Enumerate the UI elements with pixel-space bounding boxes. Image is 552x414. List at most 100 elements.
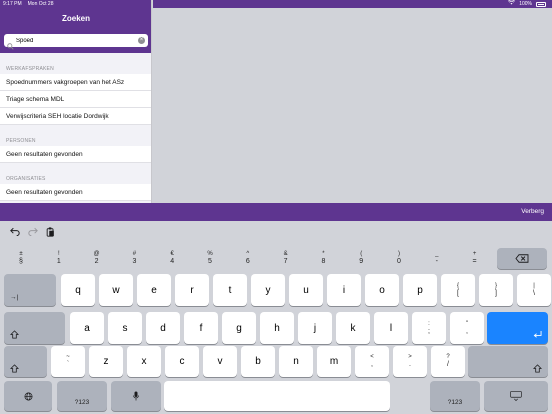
return-key[interactable] xyxy=(487,312,548,344)
detail-pane xyxy=(153,0,552,203)
key-label: n xyxy=(293,356,299,367)
letter-key-s[interactable]: s xyxy=(108,312,142,344)
section-header-werkafspraken: WERKAFSPRAKEN xyxy=(6,66,54,72)
shift-left-key[interactable] xyxy=(4,346,47,377)
symbol-key[interactable]: <, xyxy=(355,346,389,377)
paste-icon[interactable] xyxy=(46,227,55,239)
space-key[interactable] xyxy=(164,381,390,411)
battery-icon xyxy=(536,1,546,7)
key-label: i xyxy=(342,284,346,296)
letter-key-k[interactable]: k xyxy=(336,312,370,344)
key-shift-label: ^ xyxy=(246,251,250,257)
status-date: Mon Oct 28 xyxy=(27,1,54,7)
list-item[interactable]: Verwijscriteria SEH locatie Dordwijk xyxy=(0,108,151,125)
tab-key[interactable]: →| xyxy=(4,274,56,306)
letter-key-o[interactable]: o xyxy=(365,274,399,306)
key-label: s xyxy=(122,322,128,334)
key-label: 0 xyxy=(397,258,401,265)
search-input[interactable] xyxy=(14,35,138,46)
letter-key-f[interactable]: f xyxy=(184,312,218,344)
microphone-icon xyxy=(133,391,139,401)
key-label: § xyxy=(19,258,23,265)
dictation-key[interactable] xyxy=(111,381,161,411)
key-label: [ xyxy=(457,289,459,297)
letter-key-q[interactable]: q xyxy=(61,274,95,306)
letter-key-z[interactable]: z xyxy=(89,346,123,377)
dismiss-keyboard-key[interactable] xyxy=(484,381,548,411)
letter-key-u[interactable]: u xyxy=(289,274,323,306)
letter-key-d[interactable]: d xyxy=(146,312,180,344)
number-key[interactable]: ^ 6 xyxy=(231,248,265,269)
number-key[interactable]: (9 xyxy=(344,248,378,269)
letter-key-b[interactable]: b xyxy=(241,346,275,377)
letter-key-r[interactable]: r xyxy=(175,274,209,306)
letter-key-h[interactable]: h xyxy=(260,312,294,344)
list-item[interactable]: Triage schema MDL xyxy=(0,91,151,108)
symbol-key[interactable]: >. xyxy=(393,346,427,377)
letter-key-a[interactable]: a xyxy=(70,312,104,344)
numbers-mode-key-right[interactable]: ?123 xyxy=(430,381,480,411)
return-arrow-icon xyxy=(533,326,542,344)
letter-key-m[interactable]: m xyxy=(317,346,351,377)
caps-lock-key[interactable] xyxy=(4,312,65,344)
delete-key[interactable] xyxy=(497,248,547,269)
app: 9:17 PM Mon Oct 28 100% Zoeken × WERKAFS… xyxy=(0,0,552,414)
letter-key-p[interactable]: p xyxy=(403,274,437,306)
key-label: - xyxy=(435,258,438,265)
number-key[interactable]: ± § xyxy=(4,248,38,269)
symbol-key[interactable]: ~ ` xyxy=(51,346,85,377)
letter-key-l[interactable]: l xyxy=(374,312,408,344)
number-key[interactable]: @2 xyxy=(80,248,114,269)
letter-key-e[interactable]: e xyxy=(137,274,171,306)
key-label: 8 xyxy=(321,258,326,265)
symbol-key[interactable]: {[ xyxy=(441,274,475,306)
number-key[interactable]: % 5 xyxy=(193,248,227,269)
symbol-key[interactable]: | \ xyxy=(517,274,551,306)
letter-key-w[interactable]: w xyxy=(99,274,133,306)
key-label: 1 xyxy=(56,258,61,265)
globe-key[interactable] xyxy=(4,381,52,411)
hide-keyboard-button[interactable]: Verberg xyxy=(521,208,544,215)
letter-key-n[interactable]: n xyxy=(279,346,313,377)
search-bar[interactable]: × xyxy=(4,34,148,50)
number-key[interactable]: ) 0 xyxy=(382,248,416,269)
key-label: 7 xyxy=(283,258,288,265)
number-key[interactable]: ! 1 xyxy=(42,248,76,269)
letter-key-i[interactable]: i xyxy=(327,274,361,306)
letter-key-t[interactable]: t xyxy=(213,274,247,306)
shift-right-key[interactable] xyxy=(468,346,548,377)
number-key[interactable]: _ - xyxy=(420,248,454,269)
key-shift-label: # xyxy=(132,251,137,257)
redo-icon[interactable] xyxy=(28,227,38,238)
number-key[interactable]: €4 xyxy=(155,248,189,269)
symbol-key[interactable]: ", xyxy=(450,312,484,344)
key-shift-label: " xyxy=(465,320,469,327)
key-shift-label: ) xyxy=(398,251,400,257)
list-item-empty: Geen resultaten gevonden xyxy=(0,146,151,163)
key-label: , xyxy=(466,327,468,335)
number-key[interactable]: #3 xyxy=(117,248,151,269)
search-sidebar: Zoeken × WERKAFSPRAKEN Spoednummers vakg… xyxy=(0,0,152,203)
letter-key-g[interactable]: g xyxy=(222,312,256,344)
letter-key-y[interactable]: y xyxy=(251,274,285,306)
number-key[interactable]: & 7 xyxy=(269,248,303,269)
symbol-key[interactable]: ? / xyxy=(431,346,465,377)
list-item[interactable]: Spoednummers vakgroepen van het ASz xyxy=(0,74,151,91)
key-label: 5 xyxy=(208,258,212,265)
letter-key-j[interactable]: j xyxy=(298,312,332,344)
symbol-key[interactable]: }] xyxy=(479,274,513,306)
letter-key-x[interactable]: x xyxy=(127,346,161,377)
symbol-key[interactable]: :; xyxy=(412,312,446,344)
number-key[interactable]: * 8 xyxy=(306,248,340,269)
letter-key-v[interactable]: v xyxy=(203,346,237,377)
clear-search-icon[interactable]: × xyxy=(138,37,145,44)
search-icon xyxy=(7,37,14,50)
number-key[interactable]: + = xyxy=(458,248,492,269)
letter-key-c[interactable]: c xyxy=(165,346,199,377)
page-title: Zoeken xyxy=(61,14,90,23)
key-label: l xyxy=(389,322,393,334)
numbers-mode-key-left[interactable]: ?123 xyxy=(57,381,107,411)
key-label: ] xyxy=(495,289,497,297)
undo-icon[interactable] xyxy=(10,227,20,238)
results-list: WERKAFSPRAKEN Spoednummers vakgroepen va… xyxy=(0,53,151,201)
